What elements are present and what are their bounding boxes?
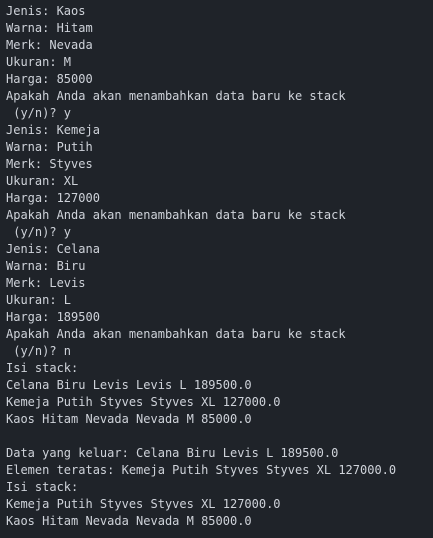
console-line: Kaos Hitam Nevada Nevada M 85000.0 [6, 514, 252, 528]
console-line: Merk: Nevada [6, 38, 93, 52]
console-line: Jenis: Celana [6, 242, 100, 256]
console-line: Warna: Putih [6, 140, 93, 154]
console-line: Kaos Hitam Nevada Nevada M 85000.0 [6, 412, 252, 426]
console-line: Isi stack: [6, 480, 79, 494]
console-line: Warna: Biru [6, 259, 86, 273]
console-line: Harga: 85000 [6, 72, 93, 86]
console-line: (y/n)? n [6, 344, 72, 358]
console-line: Kemeja Putih Styves Styves XL 127000.0 [6, 395, 281, 409]
console-line: Data yang keluar: Celana Biru Levis L 18… [6, 446, 339, 460]
console-line: (y/n)? y [6, 225, 72, 239]
console-line: (y/n)? y [6, 106, 72, 120]
console-line: Merk: Levis [6, 276, 86, 290]
console-line: Kemeja Putih Styves Styves XL 127000.0 [6, 497, 281, 511]
console-line: Jenis: Kemeja [6, 123, 100, 137]
console-line: Jenis: Kaos [6, 4, 86, 18]
console-line: Isi stack: [6, 361, 79, 375]
console-line: Warna: Hitam [6, 21, 93, 35]
console-line: Harga: 127000 [6, 191, 100, 205]
console-line: Apakah Anda akan menambahkan data baru k… [6, 327, 346, 341]
console-line: Ukuran: XL [6, 174, 79, 188]
console-line: Ukuran: M [6, 55, 72, 69]
console-output[interactable]: Jenis: Kaos Warna: Hitam Merk: Nevada Uk… [0, 0, 433, 538]
console-line: Harga: 189500 [6, 310, 100, 324]
console-line: Celana Biru Levis Levis L 189500.0 [6, 378, 252, 392]
console-line: Merk: Styves [6, 157, 93, 171]
console-line: Apakah Anda akan menambahkan data baru k… [6, 208, 346, 222]
console-line: Ukuran: L [6, 293, 72, 307]
console-line: Apakah Anda akan menambahkan data baru k… [6, 89, 346, 103]
console-line: Elemen teratas: Kemeja Putih Styves Styv… [6, 463, 397, 477]
